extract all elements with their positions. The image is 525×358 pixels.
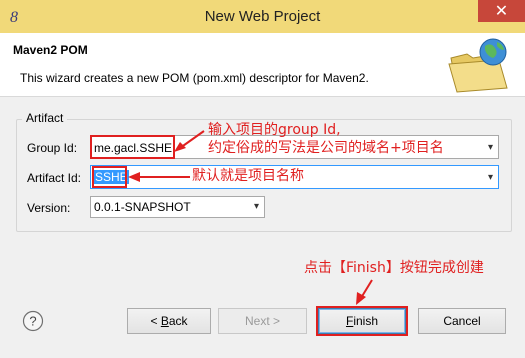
annotation-group-id-line2: 约定俗成的写法是公司的域名+项目名 (208, 140, 444, 156)
chevron-down-icon[interactable]: ▾ (488, 142, 493, 153)
window-title: New Web Project (204, 8, 321, 25)
annotation-artifact-id: 默认就是项目名称 (192, 168, 304, 184)
version-combo[interactable]: 0.0.1-SNAPSHOT ▾ (90, 196, 265, 218)
help-icon[interactable]: ? (22, 310, 44, 332)
chevron-down-icon[interactable]: ▾ (254, 201, 259, 212)
group-id-label: Group Id: (27, 141, 78, 155)
annotation-group-id-line1: 输入项目的group Id, (208, 122, 341, 138)
wizard-header: Maven2 POM This wizard creates a new POM… (0, 33, 525, 97)
finish-highlight (316, 306, 408, 336)
group-id-highlight (90, 135, 175, 159)
artifact-group-legend: Artifact (22, 111, 68, 125)
chevron-down-icon[interactable]: ▾ (488, 172, 493, 183)
arrowhead-finish (356, 292, 366, 305)
page-title: Maven2 POM (13, 43, 88, 57)
annotation-finish: 点击【Finish】按钮完成创建 (304, 260, 484, 276)
arrow-to-finish (360, 279, 373, 299)
cancel-button[interactable]: Cancel (418, 308, 506, 334)
artifact-id-label: Artifact Id: (27, 171, 82, 185)
help-glyph: ? (29, 314, 36, 329)
version-value: 0.0.1-SNAPSHOT (94, 200, 191, 214)
folder-globe-icon (448, 38, 508, 93)
page-description: This wizard creates a new POM (pom.xml) … (20, 71, 369, 85)
title-bar: 8 New Web Project ✕ (0, 0, 525, 33)
next-button[interactable]: Next > (218, 308, 307, 334)
back-rest: ack (168, 314, 188, 328)
back-prefix: < (150, 314, 161, 328)
close-button[interactable]: ✕ (478, 0, 525, 22)
back-mnemonic: B (160, 314, 169, 328)
back-button[interactable]: < Back (127, 308, 211, 334)
artifact-id-highlight (92, 166, 127, 188)
version-label: Version: (27, 201, 71, 215)
